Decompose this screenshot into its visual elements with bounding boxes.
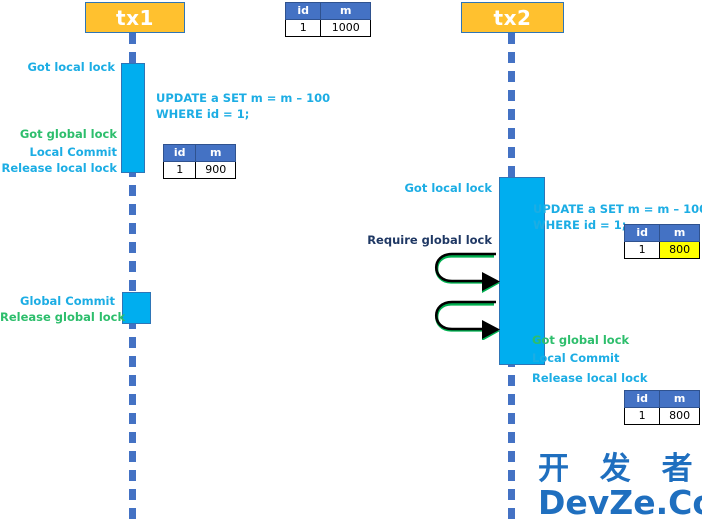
tx2-label-got-global-lock: Got global lock	[532, 333, 630, 347]
tx1-label-local-commit: Local Commit	[29, 145, 118, 159]
cell-id: 1	[284, 19, 322, 37]
column-header-id: id	[623, 224, 661, 242]
tx1-label-release-local-lock: Release local lock	[1, 161, 117, 175]
tx2-header-box[interactable]: tx2	[461, 2, 564, 33]
column-header-id: id	[162, 144, 197, 162]
table-tx2-pending: id m 1 800	[623, 224, 700, 259]
cell-id: 1	[623, 241, 661, 259]
table-header-row: id m	[284, 2, 371, 20]
cell-id: 1	[623, 407, 661, 425]
tx1-label-release-global-lock: Release global lock	[0, 310, 126, 324]
tx2-label-require-global-lock: Require global lock	[367, 233, 492, 247]
table-header-row: id m	[623, 224, 700, 242]
tx2-label-local-commit: Local Commit	[532, 351, 620, 365]
table-row: 1 800	[623, 407, 700, 425]
tx2-label-release-local-lock: Release local lock	[532, 371, 648, 385]
watermark-en-text: DevZe.CoM	[538, 483, 702, 521]
tx2-title: tx2	[493, 5, 532, 30]
table-after-tx2-commit: id m 1 800	[623, 390, 700, 425]
tx1-sql-statement: UPDATE a SET m = m – 100 WHERE id = 1;	[156, 90, 330, 122]
table-row: 1 900	[162, 161, 236, 179]
tx1-label-global-commit: Global Commit	[20, 294, 115, 308]
tx2-label-got-local-lock: Got local lock	[404, 181, 492, 195]
column-header-m: m	[659, 224, 700, 242]
tx1-activation-bar[interactable]	[121, 63, 145, 173]
cell-m: 900	[195, 161, 236, 179]
column-header-id: id	[284, 2, 322, 20]
tx1-sql-line-2: WHERE id = 1;	[156, 107, 250, 121]
tx2-sql-line-1: UPDATE a SET m = m – 100	[533, 202, 702, 216]
cell-m: 1000	[320, 19, 371, 37]
table-row: 1 1000	[284, 19, 371, 37]
column-header-m: m	[195, 144, 236, 162]
cell-id: 1	[162, 161, 197, 179]
tx1-label-got-global-lock: Got global lock	[19, 127, 117, 141]
cell-m: 800	[659, 241, 700, 259]
tx1-label-got-local-lock: Got local lock	[27, 60, 115, 74]
column-header-id: id	[623, 390, 661, 408]
cell-m: 800	[659, 407, 700, 425]
tx1-global-commit-bar[interactable]	[122, 292, 151, 324]
site-watermark: 开 发 者 DevZe.CoM	[538, 452, 702, 520]
global-lock-retry-loops	[435, 252, 500, 340]
watermark-cn-text: 开 发 者	[538, 451, 702, 487]
tx1-title: tx1	[116, 5, 154, 30]
table-header-row: id m	[623, 390, 700, 408]
column-header-m: m	[659, 390, 700, 408]
tx1-header-box[interactable]: tx1	[85, 2, 185, 33]
column-header-m: m	[320, 2, 371, 20]
table-initial-state: id m 1 1000	[284, 2, 371, 37]
table-header-row: id m	[162, 144, 236, 162]
table-after-tx1-commit: id m 1 900	[162, 144, 236, 179]
sequence-diagram-canvas: tx1 Got local lock Got global lock Local…	[0, 0, 702, 521]
table-row: 1 800	[623, 241, 700, 259]
tx1-sql-line-1: UPDATE a SET m = m – 100	[156, 91, 331, 105]
